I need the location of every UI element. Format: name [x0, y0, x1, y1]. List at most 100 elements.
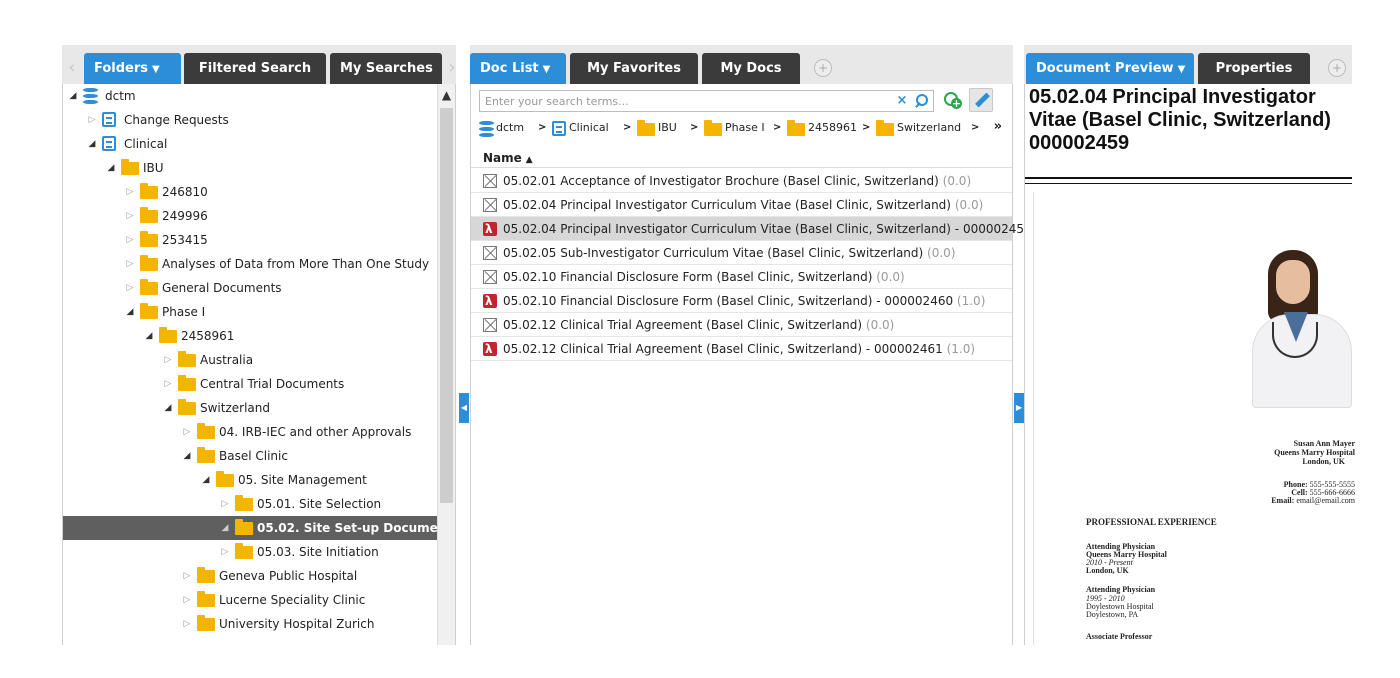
document-version: (1.0): [946, 342, 976, 356]
document-row[interactable]: 05.02.01 Acceptance of Investigator Broc…: [471, 169, 1012, 193]
folder-icon: [876, 120, 894, 136]
add-tab-icon[interactable]: +: [814, 59, 832, 77]
tree-item[interactable]: ▷ 246810: [63, 180, 437, 204]
breadcrumb-separator-icon: >: [538, 122, 547, 133]
tree-item-label: dctm: [105, 89, 136, 103]
tree-item[interactable]: ▷ Analyses of Data from More Than One Stu…: [63, 252, 437, 276]
expanded-triangle-icon[interactable]: ◢: [200, 468, 212, 492]
tab-my-docs[interactable]: My Docs: [702, 53, 800, 84]
tab-properties-label: Properties: [1215, 61, 1293, 76]
tree-item[interactable]: ▷ General Documents: [63, 276, 437, 300]
tab-doc-list[interactable]: Doc List ▼: [470, 53, 566, 84]
tree-item[interactable]: ◢ dctm: [63, 84, 437, 108]
collapsed-triangle-icon[interactable]: ▷: [124, 276, 136, 300]
collapsed-triangle-icon[interactable]: ▷: [162, 348, 174, 372]
tree-item[interactable]: ▷ 05.01. Site Selection: [63, 492, 437, 516]
expanded-triangle-icon[interactable]: ◢: [124, 300, 136, 324]
document-row[interactable]: 05.02.12 Clinical Trial Agreement (Basel…: [471, 313, 1012, 337]
add-tab-icon[interactable]: +: [1328, 59, 1346, 77]
collapsed-triangle-icon[interactable]: ▷: [181, 588, 193, 612]
tree-item[interactable]: ▷ Lucerne Speciality Clinic: [63, 588, 437, 612]
tab-my-searches[interactable]: My Searches: [330, 53, 442, 84]
column-header-name[interactable]: Name ▲: [471, 148, 1012, 168]
expanded-triangle-icon[interactable]: ◢: [143, 324, 155, 348]
tab-filtered-search[interactable]: Filtered Search: [184, 53, 326, 84]
tab-doc-list-label: Doc List: [480, 61, 539, 76]
clear-search-icon[interactable]: ×: [895, 93, 909, 109]
expanded-triangle-icon[interactable]: ◢: [181, 444, 193, 468]
tree-item[interactable]: ▷ Central Trial Documents: [63, 372, 437, 396]
collapsed-triangle-icon[interactable]: ▷: [181, 564, 193, 588]
cv-city: London, UK: [1302, 457, 1345, 466]
tree-item[interactable]: ▷ 05.03. Site Initiation: [63, 540, 437, 564]
folder-icon: [704, 120, 722, 136]
document-row[interactable]: 05.02.04 Principal Investigator Curricul…: [471, 193, 1012, 217]
collapsed-triangle-icon[interactable]: ▷: [219, 540, 231, 564]
tabs-scroll-right-icon[interactable]: ›: [444, 55, 460, 81]
caret-down-icon[interactable]: ▼: [1178, 64, 1186, 75]
collapsed-triangle-icon[interactable]: ▷: [124, 228, 136, 252]
tree-item[interactable]: ◢ 2458961: [63, 324, 437, 348]
document-row-selected[interactable]: 05.02.04 Principal Investigator Curricul…: [471, 217, 1064, 241]
document-page[interactable]: Susan Ann Mayer Queens Marry Hospital Lo…: [1033, 192, 1359, 645]
expanded-triangle-icon[interactable]: ◢: [162, 396, 174, 420]
save-search-icon[interactable]: [941, 90, 963, 112]
collapsed-triangle-icon[interactable]: ▷: [181, 612, 193, 636]
folder-tree-scrollbar[interactable]: ▲: [437, 84, 455, 645]
collapsed-triangle-icon[interactable]: ▷: [219, 492, 231, 516]
document-row[interactable]: 05.02.10 Financial Disclosure Form (Base…: [471, 265, 1012, 289]
cv-name: Susan Ann Mayer: [1293, 439, 1355, 448]
folder-icon: [140, 279, 158, 295]
column-header-label: Name: [483, 151, 522, 165]
tree-item[interactable]: ◢ IBU: [63, 156, 437, 180]
document-row[interactable]: 05.02.10 Financial Disclosure Form (Base…: [471, 289, 1012, 313]
collapsed-triangle-icon[interactable]: ▷: [181, 420, 193, 444]
tree-item[interactable]: ◢ 05. Site Management: [63, 468, 437, 492]
tab-folders[interactable]: Folders ▼: [84, 53, 181, 84]
collapse-folders-handle[interactable]: ◀: [459, 393, 469, 423]
tree-item[interactable]: ◢ Switzerland: [63, 396, 437, 420]
scrollbar-thumb[interactable]: [440, 108, 453, 503]
search-icon[interactable]: [913, 93, 929, 109]
tree-item[interactable]: ▷ Geneva Public Hospital: [63, 564, 437, 588]
no-content-icon: [483, 174, 497, 188]
tree-item-selected[interactable]: ◢ 05.02. Site Set-up Documentation: [63, 516, 437, 540]
edit-query-icon[interactable]: [969, 88, 993, 112]
no-content-icon: [483, 318, 497, 332]
tabs-scroll-left-icon[interactable]: ‹: [64, 55, 80, 81]
tree-item[interactable]: ◢ Basel Clinic: [63, 444, 437, 468]
collapsed-triangle-icon[interactable]: ▷: [162, 372, 174, 396]
document-row[interactable]: 05.02.12 Clinical Trial Agreement (Basel…: [471, 337, 1012, 361]
collapse-preview-handle[interactable]: ▶: [1014, 393, 1024, 423]
document-title: 05.02.12 Clinical Trial Agreement (Basel…: [503, 318, 863, 332]
expanded-triangle-icon[interactable]: ◢: [67, 84, 79, 108]
breadcrumb-more-icon[interactable]: »: [994, 119, 1002, 134]
caret-down-icon[interactable]: ▼: [543, 64, 551, 75]
search-input[interactable]: [480, 91, 890, 111]
tree-item[interactable]: ▷ 253415: [63, 228, 437, 252]
sort-ascending-icon[interactable]: ▲: [526, 155, 533, 165]
tab-my-favorites[interactable]: My Favorites: [570, 53, 698, 84]
tree-item[interactable]: ▷ Change Requests: [63, 108, 437, 132]
tree-item[interactable]: ◢ Phase I: [63, 300, 437, 324]
collapsed-triangle-icon[interactable]: ▷: [124, 180, 136, 204]
tree-item[interactable]: ▷ University Hospital Zurich: [63, 612, 437, 636]
tree-item-label: 249996: [162, 209, 208, 223]
tree-item[interactable]: ◢ Clinical: [63, 132, 437, 156]
tree-item[interactable]: ▷ Australia: [63, 348, 437, 372]
preview-divider: [1025, 177, 1352, 179]
expanded-triangle-icon[interactable]: ◢: [105, 156, 117, 180]
tab-my-searches-label: My Searches: [340, 61, 433, 76]
tab-properties[interactable]: Properties: [1198, 53, 1310, 84]
expanded-triangle-icon[interactable]: ◢: [86, 132, 98, 156]
tree-item[interactable]: ▷ 249996: [63, 204, 437, 228]
tree-item[interactable]: ▷ 04. IRB-IEC and other Approvals: [63, 420, 437, 444]
scroll-up-icon[interactable]: ▲: [438, 88, 455, 102]
expanded-triangle-icon[interactable]: ◢: [219, 516, 231, 540]
tab-document-preview[interactable]: Document Preview ▼: [1026, 53, 1194, 84]
collapsed-triangle-icon[interactable]: ▷: [124, 252, 136, 276]
collapsed-triangle-icon[interactable]: ▷: [124, 204, 136, 228]
collapsed-triangle-icon[interactable]: ▷: [86, 108, 98, 132]
document-row[interactable]: 05.02.05 Sub-Investigator Curriculum Vit…: [471, 241, 1012, 265]
caret-down-icon[interactable]: ▼: [152, 64, 160, 75]
